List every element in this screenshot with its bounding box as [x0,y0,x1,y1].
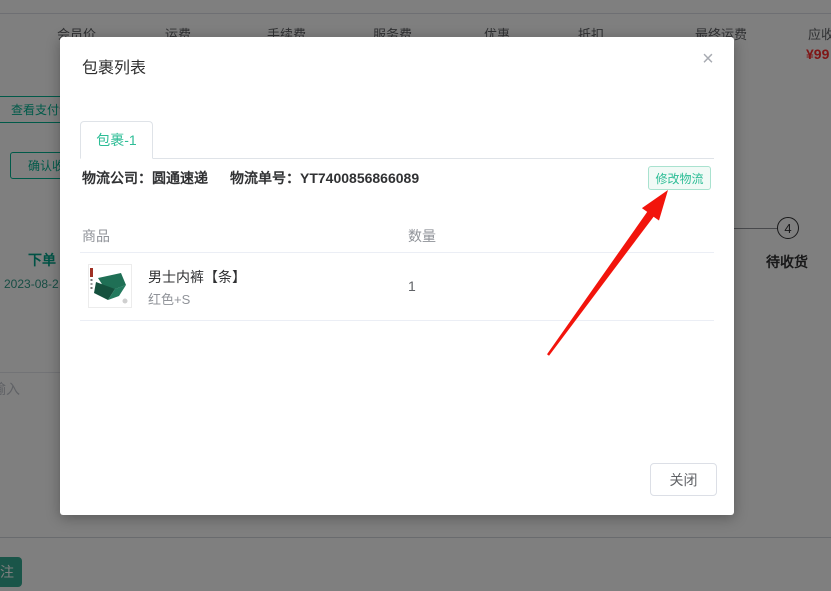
table-row: 男士内裤【条】 红色+S 1 [80,253,714,321]
product-spec: 红色+S [148,289,190,308]
product-thumbnail [88,264,132,308]
package-tab-bar: 包裹-1 [80,121,714,159]
package-list-modal: 包裹列表 × 包裹-1 物流公司：圆通速递 物流单号：YT74008568660… [60,37,734,515]
logistics-tracking-number: 物流单号：YT7400856866089 [230,168,419,188]
logistics-company: 物流公司：圆通速递 [82,168,208,188]
product-image [89,265,131,307]
column-quantity: 数量 [408,226,436,246]
modal-title: 包裹列表 [82,54,146,78]
close-button-label: 关闭 [670,470,698,490]
edit-logistics-button[interactable]: 修改物流 [648,166,711,190]
close-icon[interactable]: × [696,47,720,71]
tab-package-1-label: 包裹-1 [96,130,136,150]
tab-package-1[interactable]: 包裹-1 [80,121,153,159]
edit-logistics-label: 修改物流 [655,170,703,187]
product-quantity: 1 [408,278,416,294]
product-name: 男士内裤【条】 [148,267,246,287]
screen: 会员价 运费 手续费 服务费 优惠 抵扣 最终运费 应收 ¥99 查看支付记 确… [0,0,831,591]
logistics-info: 物流公司：圆通速递 物流单号：YT7400856866089 [82,165,419,191]
column-product: 商品 [82,226,110,246]
close-button[interactable]: 关闭 [650,463,717,496]
product-table-header: 商品 数量 [80,215,714,253]
